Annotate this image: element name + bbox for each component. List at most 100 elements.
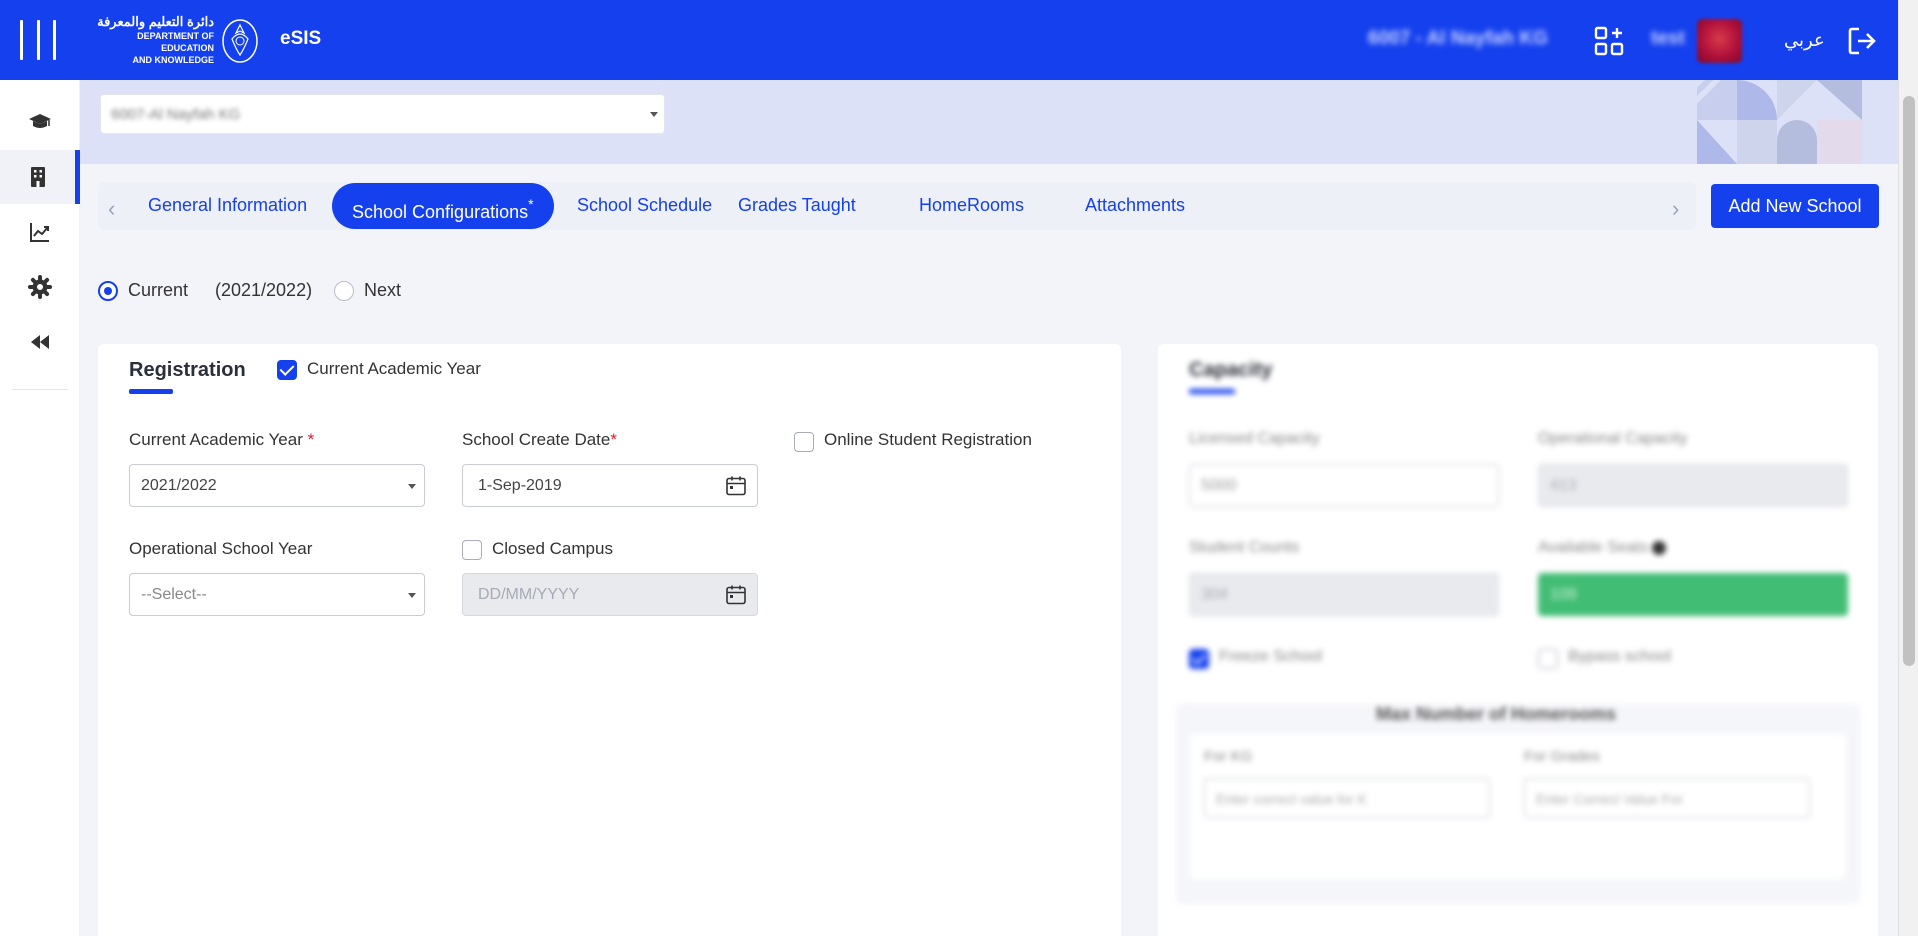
sidebar-item-settings[interactable]: [0, 260, 80, 314]
menu-icon[interactable]: [20, 20, 56, 60]
school-selector-band: 6007-Al Nayfah KG: [80, 80, 1898, 164]
next-year-label: Next: [364, 280, 402, 300]
operational-capacity-label: Operational Capacity: [1538, 430, 1688, 447]
top-header: دائرة التعليم والمعرفة DEPARTMENT OF EDU…: [0, 0, 1898, 80]
closed-campus-label: Closed Campus: [492, 539, 613, 558]
licensed-capacity-label: Licensed Capacity: [1189, 430, 1320, 447]
closed-campus-checkbox[interactable]: [462, 540, 482, 560]
operational-year-select[interactable]: --Select--: [129, 573, 425, 616]
student-counts-value: 304: [1201, 586, 1228, 603]
logo: دائرة التعليم والمعرفة DEPARTMENT OF EDU…: [84, 12, 264, 68]
registration-card: Registration Current Academic Year Curre…: [98, 344, 1121, 936]
online-registration-checkbox[interactable]: [794, 432, 814, 452]
sidebar-divider: [12, 389, 68, 390]
student-counts-input[interactable]: 304: [1189, 573, 1499, 616]
freeze-school-label: Freeze School: [1219, 648, 1323, 665]
for-kg-label: For KG: [1204, 748, 1253, 765]
info-icon[interactable]: [1652, 540, 1666, 555]
capacity-title: Capacity: [1189, 359, 1273, 381]
available-seats-input[interactable]: 109: [1538, 573, 1848, 616]
graduation-cap-icon: [29, 114, 51, 128]
sidebar-item-reports[interactable]: [0, 205, 80, 259]
logout-icon[interactable]: [1846, 25, 1878, 57]
gear-icon: [28, 275, 52, 299]
user-name[interactable]: test: [1651, 28, 1685, 50]
sidebar-collapse-button[interactable]: [0, 315, 80, 369]
logo-arabic: دائرة التعليم والمعرفة: [97, 14, 214, 29]
next-year-radio[interactable]: [334, 281, 354, 301]
bypass-school-checkbox[interactable]: [1538, 649, 1558, 669]
sidebar-item-schools[interactable]: [0, 150, 80, 204]
chevron-down-icon: [650, 112, 658, 117]
apps-add-icon[interactable]: [1594, 26, 1624, 56]
avatar[interactable]: [1697, 19, 1742, 63]
calendar-icon[interactable]: [725, 475, 747, 497]
homerooms-title: Max Number of Homerooms: [1376, 704, 1617, 724]
for-grades-placeholder: Enter Correct Value For: [1536, 791, 1683, 807]
school-select[interactable]: 6007-Al Nayfah KG: [100, 94, 665, 134]
calendar-icon[interactable]: [725, 584, 747, 606]
homerooms-section: Max Number of Homerooms For KG Enter cor…: [1176, 704, 1860, 904]
licensed-capacity-value: 5000: [1201, 477, 1237, 494]
emblem-icon: [222, 19, 258, 63]
current-academic-year-checkbox-label: Current Academic Year: [307, 359, 481, 378]
current-academic-year-checkbox[interactable]: [277, 360, 297, 380]
bypass-school-label: Bypass school: [1568, 648, 1672, 665]
online-registration-label: Online Student Registration: [824, 430, 1032, 449]
chevron-down-icon: [408, 593, 416, 598]
tab-scroll-right-icon[interactable]: ›: [1672, 196, 1679, 222]
create-date-value: 1-Sep-2019: [478, 477, 562, 494]
freeze-school-checkbox[interactable]: [1189, 649, 1209, 669]
tab-school-schedule[interactable]: School Schedule: [577, 182, 712, 228]
capacity-card: Capacity Licensed Capacity 5000 Operatio…: [1158, 344, 1878, 936]
operational-year-value: --Select--: [141, 586, 207, 603]
operational-capacity-value: 413: [1550, 477, 1577, 494]
capacity-underline: [1189, 389, 1235, 394]
school-select-value: 6007-Al Nayfah KG: [111, 106, 241, 123]
page-scrollbar[interactable]: [1898, 0, 1918, 936]
current-year-radio[interactable]: [98, 281, 118, 301]
closed-campus-date-input[interactable]: DD/MM/YYYY: [462, 573, 758, 616]
tab-scroll-left-icon[interactable]: ‹: [108, 196, 115, 222]
main-content: 6007-Al Nayfah KG ‹ General Information …: [80, 80, 1898, 936]
current-year-label: Current: [128, 280, 189, 300]
header-school-name: 6007 - Al Nayfah KG: [1368, 28, 1548, 49]
for-kg-placeholder: Enter correct value for K: [1216, 791, 1367, 807]
create-date-label: School Create Date*: [462, 430, 617, 449]
logo-line2: AND KNOWLEDGE: [132, 55, 215, 65]
academic-year-select[interactable]: 2021/2022: [129, 464, 425, 507]
create-date-input[interactable]: 1-Sep-2019: [462, 464, 758, 507]
tab-homerooms[interactable]: HomeRooms: [919, 182, 1024, 228]
collapse-icon: [31, 335, 49, 349]
brand-name: eSIS: [280, 28, 322, 49]
available-seats-label: Available Seats: [1538, 539, 1666, 557]
chart-line-icon: [30, 223, 49, 242]
sidebar-item-academics[interactable]: [0, 95, 80, 149]
for-kg-input[interactable]: Enter correct value for K: [1204, 778, 1490, 818]
tab-school-configurations[interactable]: School Configurations*: [332, 183, 554, 229]
tab-general-information[interactable]: General Information: [148, 182, 307, 228]
available-seats-value: 109: [1550, 586, 1577, 603]
current-year-value: (2021/2022): [215, 280, 313, 300]
operational-capacity-input[interactable]: 413: [1538, 464, 1848, 507]
add-new-school-button[interactable]: Add New School: [1711, 184, 1879, 228]
tab-grades-taught[interactable]: Grades Taught: [738, 182, 856, 228]
academic-year-value: 2021/2022: [141, 477, 217, 494]
operational-year-label: Operational School Year: [129, 539, 313, 558]
building-icon: [30, 167, 45, 187]
student-counts-label: Student Counts: [1189, 539, 1300, 556]
closed-campus-date-placeholder: DD/MM/YYYY: [478, 586, 580, 603]
language-toggle[interactable]: عربي: [1784, 30, 1825, 51]
licensed-capacity-input[interactable]: 5000: [1189, 464, 1499, 507]
tab-bar: ‹ General Information School Configurati…: [98, 182, 1696, 230]
for-grades-input[interactable]: Enter Correct Value For: [1524, 778, 1810, 818]
tab-attachments[interactable]: Attachments: [1085, 182, 1185, 228]
for-grades-label: For Grades: [1524, 748, 1600, 765]
chevron-down-icon: [408, 484, 416, 489]
tab-marker: *: [528, 196, 534, 212]
sidebar: [0, 80, 80, 936]
decorative-pattern: [1697, 80, 1862, 164]
registration-underline: [129, 389, 173, 394]
scrollbar-thumb[interactable]: [1903, 96, 1915, 666]
registration-title: Registration: [129, 359, 246, 381]
